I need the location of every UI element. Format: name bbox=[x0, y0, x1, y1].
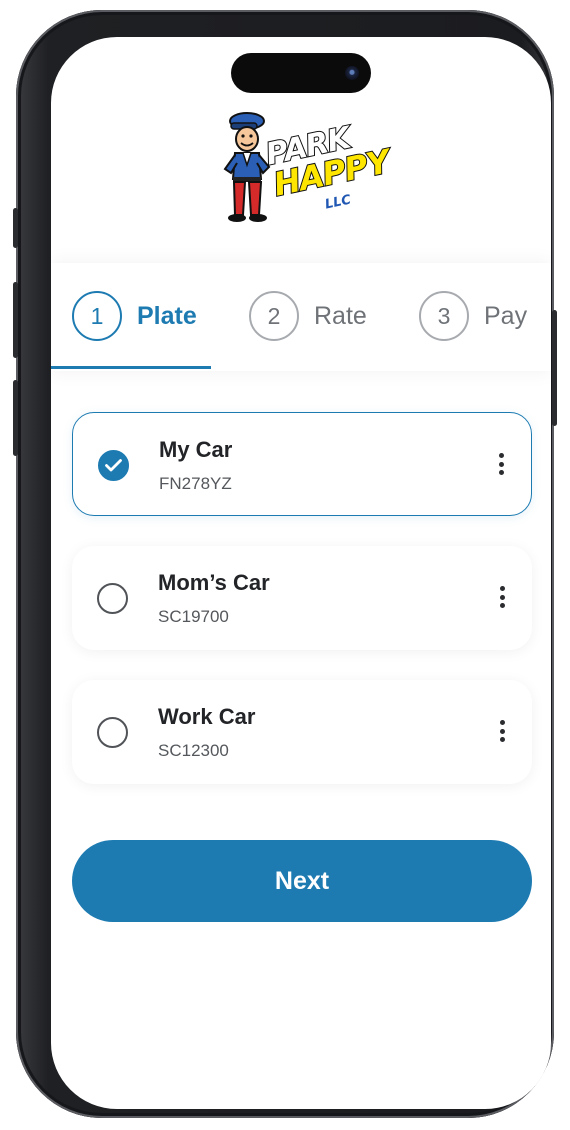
volume-up-button bbox=[13, 282, 18, 358]
car-name: Work Car bbox=[158, 704, 256, 729]
car-name: My Car bbox=[159, 437, 233, 462]
step-label: Pay bbox=[484, 301, 528, 330]
step-plate[interactable]: 1 Plate bbox=[72, 289, 197, 343]
volume-down-button bbox=[13, 380, 18, 456]
step-number: 2 bbox=[249, 291, 299, 341]
car-item-my-car[interactable]: My Car FN278YZ bbox=[72, 412, 532, 516]
step-number: 3 bbox=[419, 291, 469, 341]
step-label: Rate bbox=[314, 301, 367, 330]
camera-icon bbox=[345, 66, 359, 80]
step-rate[interactable]: 2 Rate bbox=[249, 289, 367, 343]
dynamic-island bbox=[231, 53, 371, 93]
active-step-underline bbox=[51, 366, 211, 369]
car-item-moms-car[interactable]: Mom’s Car SC19700 bbox=[72, 546, 532, 650]
action-button bbox=[13, 208, 18, 248]
car-plate: FN278YZ bbox=[159, 474, 232, 493]
selected-radio[interactable] bbox=[98, 450, 129, 481]
logo-llc-text: LLC bbox=[323, 192, 353, 213]
car-name: Mom’s Car bbox=[158, 570, 270, 595]
next-button[interactable]: Next bbox=[72, 840, 532, 922]
step-pay[interactable]: 3 Pay bbox=[419, 289, 527, 343]
unselected-radio[interactable] bbox=[97, 717, 128, 748]
park-happy-logo: PARK HAPPY LLC bbox=[221, 107, 393, 225]
checkmark-icon bbox=[105, 459, 122, 472]
more-vertical-icon[interactable] bbox=[494, 716, 510, 746]
app-screen: PARK HAPPY LLC 1 Plate 2 Rate 3 Pay My C… bbox=[51, 37, 551, 1109]
more-vertical-icon[interactable] bbox=[493, 449, 509, 479]
logo-wordmark: PARK HAPPY bbox=[262, 120, 394, 205]
unselected-radio[interactable] bbox=[97, 583, 128, 614]
step-number: 1 bbox=[72, 291, 122, 341]
car-plate: SC12300 bbox=[158, 741, 229, 760]
power-button bbox=[552, 310, 557, 426]
step-label: Plate bbox=[137, 301, 197, 330]
step-indicator: 1 Plate 2 Rate 3 Pay bbox=[51, 263, 551, 371]
car-item-work-car[interactable]: Work Car SC12300 bbox=[72, 680, 532, 784]
more-vertical-icon[interactable] bbox=[494, 582, 510, 612]
car-plate: SC19700 bbox=[158, 607, 229, 626]
phone-frame: PARK HAPPY LLC 1 Plate 2 Rate 3 Pay My C… bbox=[13, 10, 557, 1118]
